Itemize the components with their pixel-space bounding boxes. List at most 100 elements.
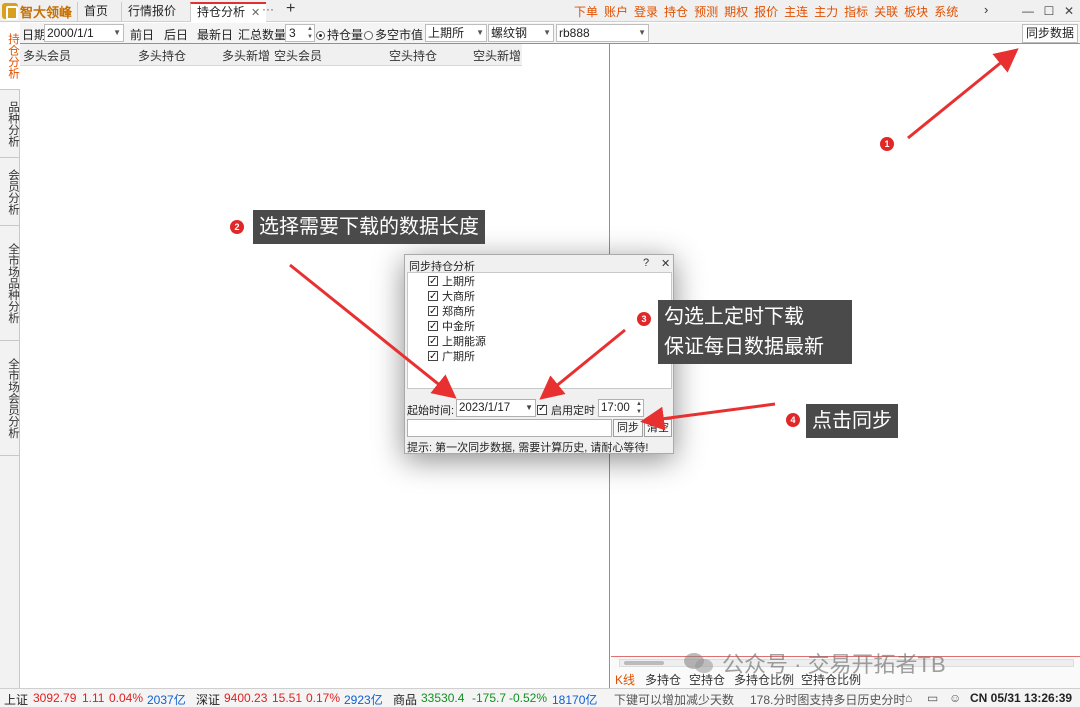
sync-button[interactable]: 同步 [613,419,643,437]
exchange-select[interactable]: 上期所 ▼ [425,24,487,42]
exchange-checkbox[interactable]: 郑商所 [428,304,475,320]
radio-market-value[interactable]: 多空市值 [364,26,423,43]
user-icon[interactable]: ☺ [949,691,961,705]
app-logo: 智大领峰 [2,2,72,20]
index-sh-amount: 2037亿 [147,693,186,707]
minimize-icon[interactable]: — [1020,3,1036,19]
scrollbar-thumb[interactable] [624,661,664,665]
status-bar: 上证 3092.79 1.11 0.04% 2037亿 深证 9400.23 1… [0,688,1080,707]
close-window-icon[interactable]: ✕ [1061,3,1077,19]
exchange-label: 大商所 [442,291,475,303]
sync-data-button[interactable]: 同步数据 [1021,24,1078,43]
more-tabs-icon[interactable]: ··· [262,2,274,16]
side-tab-position-analysis[interactable]: 持仓分析 [0,23,20,90]
column-header[interactable]: 多头持仓 [138,47,186,64]
menu-item[interactable]: 登录 [634,3,658,21]
latest-day-button[interactable]: 最新日 [197,26,233,43]
variety-select[interactable]: 螺纹钢 ▼ [488,24,554,42]
tab-kline[interactable]: K线 [615,671,635,688]
timer-label: 启用定时 [551,405,595,417]
tab-label: 首页 [84,4,109,18]
sync-progress-field[interactable] [407,419,612,437]
checkbox-checked-icon [537,403,547,415]
status-tip: 下键可以增加减少天数 [614,693,735,707]
spinner-icon[interactable]: ▲ ▼ [636,400,642,416]
help-icon[interactable]: ? [643,257,649,269]
variety-value: 螺纹钢 [491,26,528,40]
exchange-checkbox[interactable]: 上期能源 [428,334,486,350]
side-tab-variety-analysis[interactable]: 品种分析 [0,90,20,158]
sum-count-label: 汇总数量 [238,28,287,42]
menu-item[interactable]: 下单 [574,3,598,21]
callout-step-3: 勾选上定时下载 保证每日数据最新 [658,300,852,364]
dialog-hint: 提示: 第一次同步数据, 需要计算历史, 请耐心等待! [407,442,649,454]
side-tab-member-analysis[interactable]: 会员分析 [0,158,20,226]
table-header: 多头会员 多头持仓 多头新增 空头会员 空头持仓 空头新增 [20,44,522,66]
start-date-picker[interactable]: 2023/1/17 ▼ [456,399,536,417]
checkbox-checked-icon [428,274,438,289]
exchange-label: 中金所 [442,321,475,333]
exchange-checkbox[interactable]: 广期所 [428,349,475,365]
menu-item[interactable]: 板块 [904,3,928,21]
radio-position-volume[interactable]: 持仓量 [316,26,363,43]
menu-item[interactable]: 关联 [874,3,898,21]
bell-icon[interactable]: ⌂ [905,691,912,705]
radio-label: 持仓量 [327,28,364,42]
clock: CN 05/31 13:26:39 [970,691,1073,705]
checkbox-checked-icon [428,304,438,319]
message-icon[interactable]: ▭ [927,691,938,705]
column-header[interactable]: 多头新增 [222,47,270,64]
sum-count-value: 3 [289,26,296,40]
contract-select[interactable]: rb888 ▼ [556,24,649,42]
column-header[interactable]: 空头会员 [274,47,322,64]
index-com-pct: -0.52% [509,691,548,705]
side-tab-market-variety-analysis[interactable]: 全市场品种分析 [0,226,20,341]
timer-time-stepper[interactable]: 17:00 ▲ ▼ [598,399,644,417]
enable-timer-checkbox[interactable]: 启用定时 [537,402,595,418]
index-sz-pct: 0.17% [306,691,341,705]
watermark-text: 公众号 · 交易开拓者TB [722,652,946,677]
menu-item[interactable]: 期权 [724,3,748,21]
add-tab-icon[interactable]: + [286,0,295,18]
tab-long-position[interactable]: 多持仓 [645,671,681,688]
menu-item[interactable]: 系统 [934,3,958,21]
step-badge-3: 3 [637,312,651,326]
column-header[interactable]: 空头持仓 [389,47,437,64]
menu-item[interactable]: 账户 [604,3,628,21]
next-day-button[interactable]: 后日 [164,26,188,43]
prev-day-button[interactable]: 前日 [130,26,154,43]
step-badge-2: 2 [230,220,244,234]
spinner-icon[interactable]: ▲ ▼ [307,25,313,41]
menu-item[interactable]: 主力 [814,3,838,21]
menu-item[interactable]: 指标 [844,3,868,21]
exchange-checkbox[interactable]: 大商所 [428,289,475,305]
tab-quotes[interactable]: 行情报价 [121,2,182,22]
date-value: 2000/1/1 [47,26,94,40]
exchange-checkbox[interactable]: 中金所 [428,319,475,335]
dropdown-arrow-icon: ▼ [525,403,533,412]
callout-line: 勾选上定时下载 [664,306,804,328]
close-icon[interactable]: ✕ [661,257,670,270]
clear-button[interactable]: 清空 [644,419,672,437]
tab-position-analysis[interactable]: 持仓分析 ✕ [190,2,267,22]
toolbar: 日期 2000/1/1 ▼ 前日 后日 最新日 汇总数量 3 ▲ ▼ 持仓量 多空市值… [20,23,1080,44]
date-picker[interactable]: 2000/1/1 ▼ [44,24,124,42]
dropdown-arrow-icon: ▼ [476,28,484,37]
chevron-right-icon[interactable]: › [984,2,988,17]
checkbox-checked-icon [428,334,438,349]
index-com-name: 商品 [393,693,418,707]
tab-home[interactable]: 首页 [77,2,114,22]
menu-item[interactable]: 报价 [754,3,778,21]
column-header[interactable]: 多头会员 [23,47,71,64]
tab-label: 行情报价 [128,4,177,18]
column-header[interactable]: 空头新增 [473,47,521,64]
menu-item[interactable]: 持仓 [664,3,688,21]
close-icon[interactable]: ✕ [251,7,260,19]
exchange-checkbox[interactable]: 上期所 [428,274,475,290]
side-tab-market-member-analysis[interactable]: 全市场会员分析 [0,341,20,456]
maximize-icon[interactable]: ☐ [1041,3,1057,19]
menu-item[interactable]: 主连 [784,3,808,21]
sum-count-stepper[interactable]: 3 ▲ ▼ [285,24,315,42]
callout-line: 保证每日数据最新 [664,336,824,358]
menu-item[interactable]: 预测 [694,3,718,21]
